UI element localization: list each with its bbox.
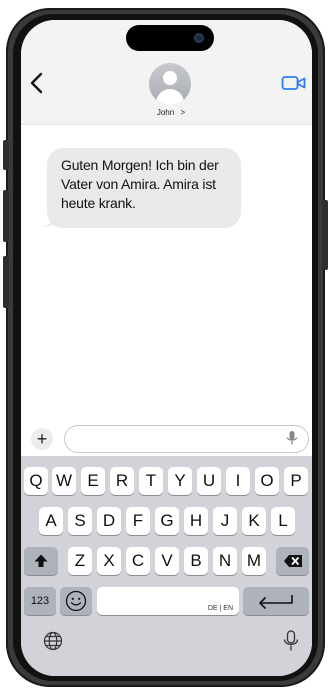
key-p[interactable]: P — [284, 467, 308, 495]
key-f[interactable]: F — [126, 507, 150, 535]
return-icon — [259, 595, 293, 609]
key-m[interactable]: M — [242, 547, 266, 575]
contact-avatar-icon — [163, 71, 177, 85]
key-i[interactable]: I — [226, 467, 250, 495]
video-call-icon — [281, 76, 306, 90]
key-j[interactable]: J — [213, 507, 237, 535]
avatar-body-shape — [156, 89, 184, 105]
globe-button[interactable] — [43, 631, 65, 653]
key-a[interactable]: A — [39, 507, 63, 535]
shift-key[interactable] — [24, 547, 58, 575]
key-k[interactable]: K — [242, 507, 266, 535]
backspace-icon — [283, 555, 302, 567]
video-call-button[interactable] — [281, 74, 307, 92]
dynamic-island — [126, 25, 214, 51]
key-q[interactable]: Q — [24, 467, 48, 495]
back-button[interactable] — [29, 70, 51, 98]
return-key[interactable] — [243, 587, 309, 615]
key-g[interactable]: G — [155, 507, 179, 535]
camera-lens — [194, 33, 204, 43]
key-h[interactable]: H — [184, 507, 208, 535]
key-l[interactable]: L — [271, 507, 295, 535]
action-button — [3, 140, 9, 170]
microphone-icon — [283, 630, 299, 651]
volume-down-button — [3, 256, 9, 308]
message-input[interactable] — [64, 425, 309, 453]
key-z[interactable]: Z — [68, 547, 92, 575]
numbers-key[interactable]: 123 — [24, 587, 56, 615]
key-v[interactable]: V — [155, 547, 179, 575]
emoji-key[interactable] — [60, 587, 92, 615]
contact-name-row[interactable]: John > — [121, 108, 221, 120]
keyboard: Q W E R T Y U I O P A S D F G H J K L Z … — [21, 456, 312, 676]
screen: John > Guten Morgen! Ich bin der Vater v… — [21, 20, 312, 676]
key-n[interactable]: N — [213, 547, 237, 575]
key-t[interactable]: T — [139, 467, 163, 495]
key-w[interactable]: W — [52, 467, 76, 495]
bubble-tail — [42, 212, 57, 227]
key-s[interactable]: S — [68, 507, 92, 535]
power-button — [322, 200, 328, 270]
chevron-left-icon — [30, 72, 43, 94]
key-d[interactable]: D — [97, 507, 121, 535]
space-key[interactable]: DE | EN — [97, 587, 239, 615]
key-c[interactable]: C — [126, 547, 150, 575]
key-u[interactable]: U — [197, 467, 221, 495]
key-b[interactable]: B — [184, 547, 208, 575]
emoji-icon — [65, 590, 87, 612]
backspace-key[interactable] — [276, 547, 309, 575]
message-text: Guten Morgen! Ich bin der Vater von Amir… — [61, 157, 219, 211]
key-y[interactable]: Y — [168, 467, 192, 495]
volume-up-button — [3, 190, 9, 242]
space-language-label: DE | EN — [207, 605, 233, 612]
shift-arrow-icon — [34, 554, 48, 567]
contact-avatar[interactable] — [149, 63, 191, 105]
key-o[interactable]: O — [255, 467, 279, 495]
key-x[interactable]: X — [97, 547, 121, 575]
plus-button[interactable]: + — [31, 428, 53, 450]
key-r[interactable]: R — [110, 467, 134, 495]
contact-name: John — [156, 108, 175, 117]
dictation-button[interactable] — [283, 630, 299, 654]
globe-icon — [43, 631, 63, 651]
microphone-icon[interactable] — [286, 430, 298, 446]
contact-chevron: > — [180, 108, 186, 117]
key-e[interactable]: E — [81, 467, 105, 495]
